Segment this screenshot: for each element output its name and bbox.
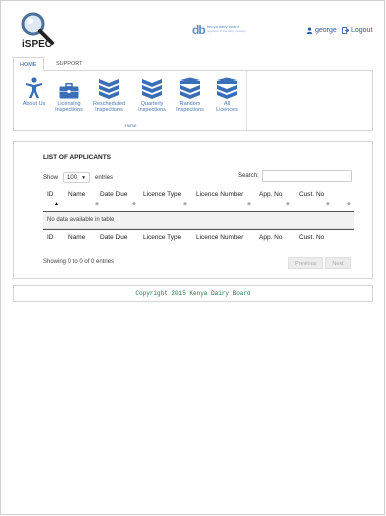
- briefcase-icon: [59, 83, 79, 99]
- brand-mark: db: [192, 23, 206, 37]
- sort-icon: ◆: [95, 201, 99, 207]
- table-header: ID ▲ Name ◆ Date Due ◆ Licence Type ◆ Li…: [43, 186, 354, 212]
- column-header-licence-type[interactable]: Licence Type: [143, 191, 181, 198]
- table-footer: ID Name Date Due Licence Type Licence Nu…: [43, 229, 354, 244]
- footer-header-licence-type: Licence Type: [143, 234, 182, 241]
- previous-button[interactable]: Previous: [288, 257, 324, 269]
- sort-icon: ◆: [326, 201, 330, 207]
- rescheduled-inspections-button[interactable]: Rescheduled Inspections: [91, 77, 127, 113]
- tab-support[interactable]: SUPPORT: [50, 57, 89, 71]
- app-logo-text: iSPEC: [22, 39, 53, 50]
- licensing-inspections-button[interactable]: Licensing Inspections: [51, 77, 87, 113]
- entries-label: entries: [95, 174, 114, 181]
- next-button[interactable]: Next: [325, 257, 351, 269]
- search-input[interactable]: [261, 170, 352, 182]
- sort-asc-icon: ▲: [54, 201, 59, 207]
- panel-title: LIST OF APPLICANTS: [43, 154, 112, 161]
- chevron-down-icon: ▼: [81, 174, 87, 181]
- user-link[interactable]: george: [306, 27, 337, 34]
- about-us-label: About Us: [22, 101, 46, 107]
- stack-icon: [99, 79, 119, 99]
- entries-length-control: Show 100 ▼ entries: [43, 172, 113, 183]
- user-icon: [306, 27, 313, 34]
- footer-header-date-due: Date Due: [100, 234, 128, 241]
- rescheduled-label-2: Inspections: [95, 107, 123, 113]
- licensing-label-2: Inspections: [55, 107, 83, 113]
- ribbon-tabs: HOME SUPPORT: [13, 57, 373, 71]
- search-label: Search:: [238, 173, 259, 179]
- quarterly-label-2: Inspections: [138, 107, 166, 113]
- stack-icon: [180, 77, 200, 99]
- sort-icon: ◆: [183, 201, 187, 207]
- ribbon-group-label: Home: [124, 123, 137, 128]
- table-info: Showing 0 to 0 of 0 entries: [43, 259, 115, 265]
- brand-logo: db kenya dairy board regulator of the da…: [192, 23, 246, 39]
- applicants-panel: LIST OF APPLICANTS Show 100 ▼ entries Se…: [13, 141, 373, 279]
- footer-header-name: Name: [68, 234, 86, 241]
- random-label-2: Inspections: [176, 107, 204, 113]
- column-header-app-no[interactable]: App. No: [259, 191, 283, 198]
- tab-home[interactable]: HOME: [13, 57, 44, 71]
- applicants-table: ID ▲ Name ◆ Date Due ◆ Licence Type ◆ Li…: [43, 186, 354, 244]
- sort-icon: ◆: [247, 201, 251, 207]
- column-header-name[interactable]: Name: [68, 191, 85, 198]
- logout-link[interactable]: Logout: [342, 27, 372, 34]
- page-frame: iSPEC db kenya dairy board regulator of …: [0, 0, 385, 515]
- username-label: george: [315, 27, 337, 34]
- quarterly-inspections-button[interactable]: Quarterly Inspections: [134, 77, 170, 113]
- search-control: Search:: [238, 170, 352, 182]
- footer-header-app-no: App. No: [259, 234, 283, 241]
- pagination: Previous Next: [288, 257, 351, 269]
- copyright-footer: Copyright 2015 Kenya Dairy Board: [13, 285, 373, 302]
- logout-icon: [342, 27, 349, 34]
- ribbon-panel: About Us Licensing Inspections Reschedul…: [13, 71, 373, 131]
- stack-icon: [142, 79, 162, 99]
- all-licences-label-2: Licences: [216, 107, 238, 113]
- sort-icon: ◆: [347, 201, 351, 207]
- logout-label: Logout: [351, 27, 373, 34]
- show-label: Show: [43, 174, 59, 181]
- ribbon-group-home: About Us Licensing Inspections Reschedul…: [14, 71, 247, 130]
- sort-icon: ◆: [286, 201, 290, 207]
- column-header-licence-number[interactable]: Licence Number: [196, 191, 243, 198]
- random-inspections-button[interactable]: Random Inspections: [172, 77, 208, 113]
- column-header-date-due[interactable]: Date Due: [100, 191, 127, 198]
- stack-icon: [217, 77, 237, 99]
- entries-value: 100: [67, 174, 78, 181]
- footer-header-cust-no: Cust. No: [299, 234, 325, 241]
- brand-line2: regulator of the dairy industry: [207, 29, 246, 33]
- column-header-cust-no[interactable]: Cust. No: [299, 191, 324, 198]
- about-us-button[interactable]: About Us: [16, 77, 52, 107]
- person-icon: [26, 77, 42, 98]
- all-licences-button[interactable]: All Licences: [209, 77, 245, 113]
- empty-table-row: No data available in table: [43, 212, 354, 229]
- column-header-id[interactable]: ID: [47, 191, 54, 198]
- footer-header-id: ID: [47, 234, 54, 241]
- sort-icon: ◆: [132, 201, 136, 207]
- entries-select[interactable]: 100 ▼: [63, 172, 91, 183]
- footer-header-licence-number: Licence Number: [196, 234, 244, 241]
